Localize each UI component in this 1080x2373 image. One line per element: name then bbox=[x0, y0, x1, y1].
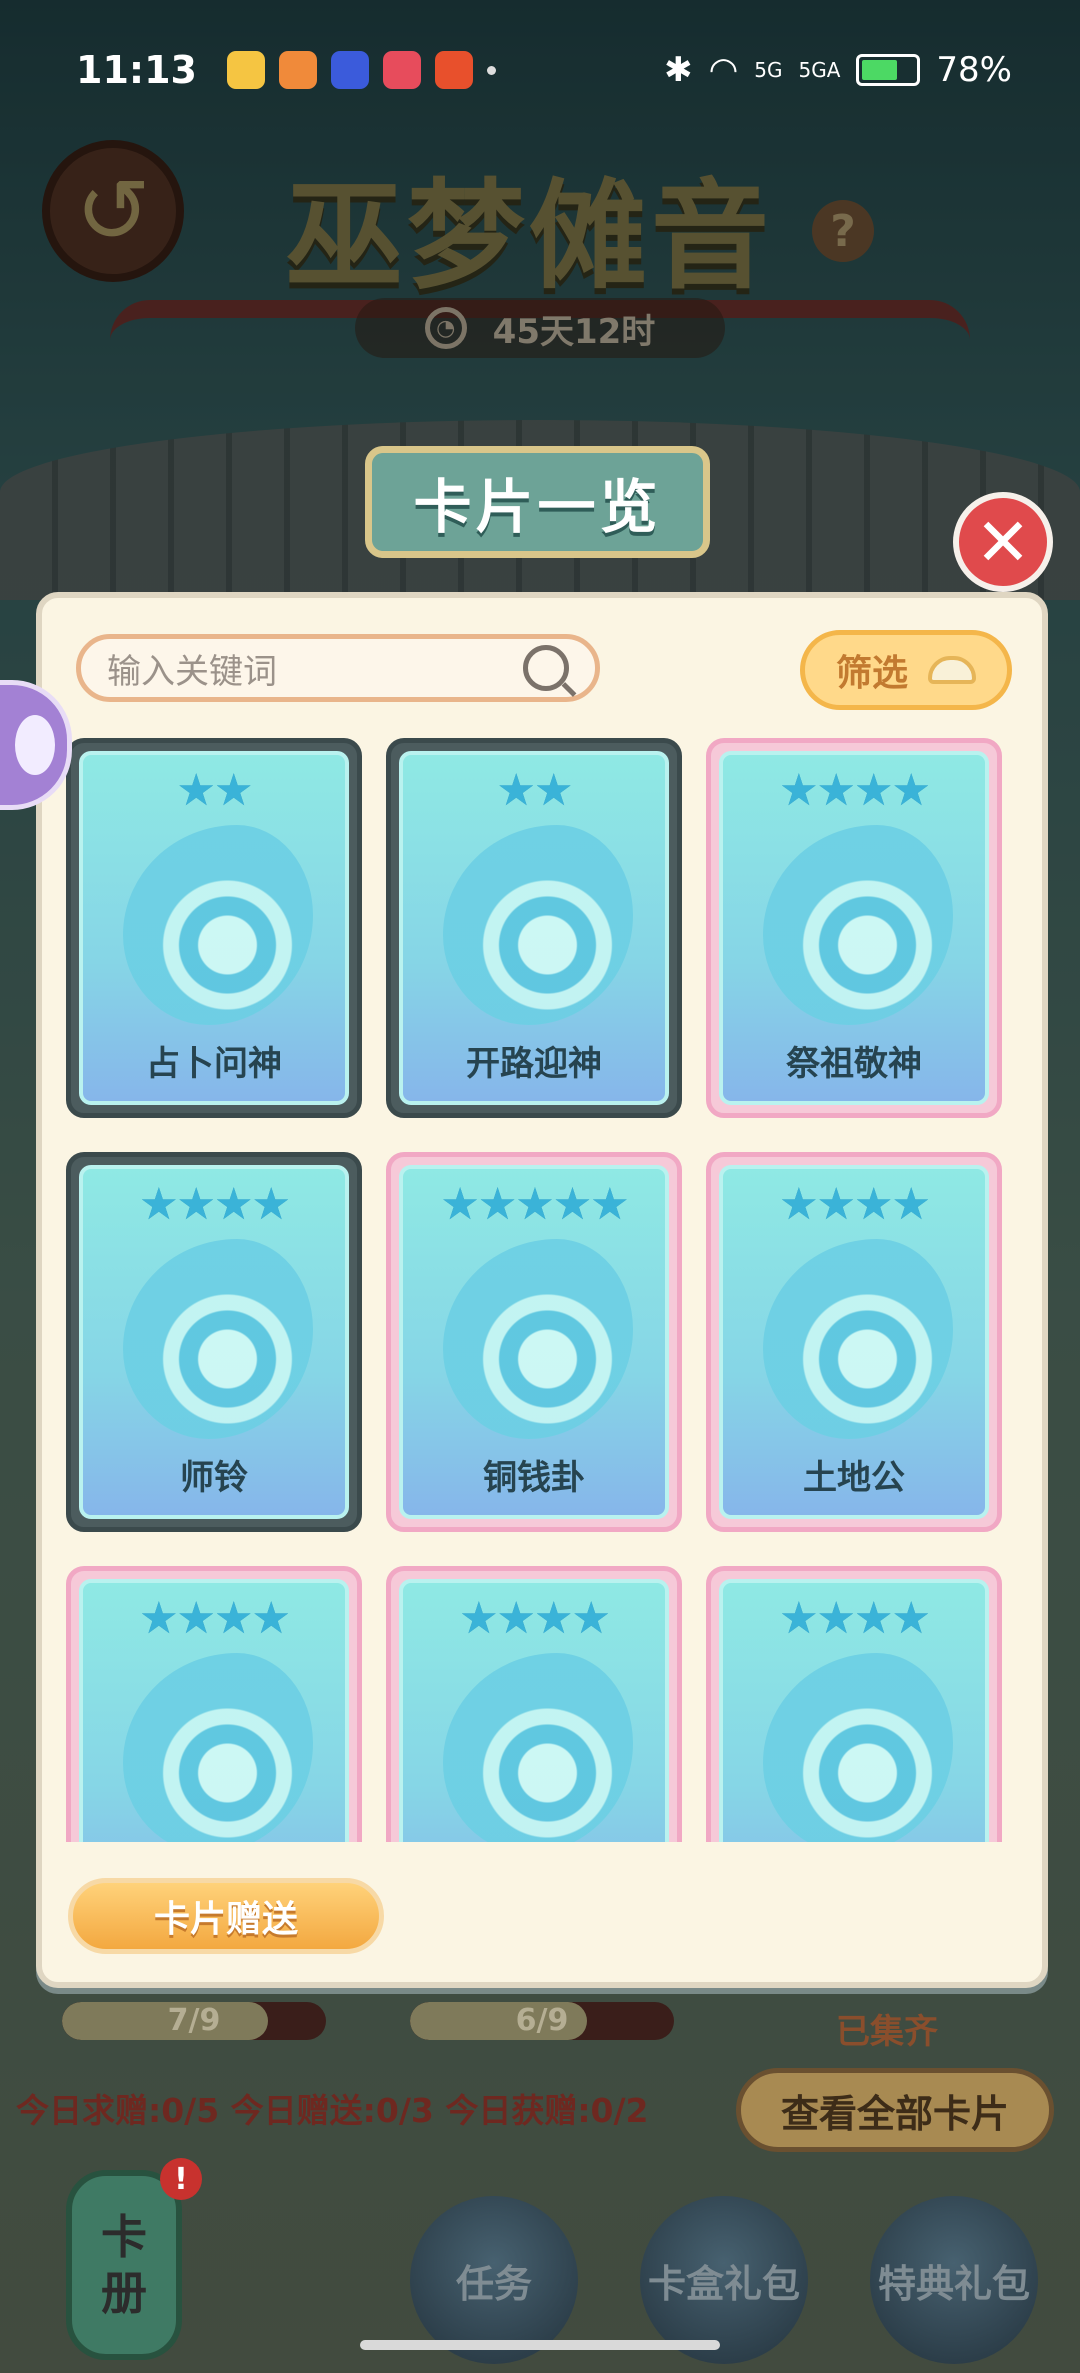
news-icon bbox=[278, 51, 317, 89]
card-name: 占卜问神 bbox=[146, 1044, 282, 1084]
card-face: ★★★★ bbox=[719, 1579, 989, 1842]
rarity-stars: ★★★★ bbox=[139, 1179, 291, 1230]
rarity-stars: ★★★★ bbox=[779, 1179, 931, 1230]
rarity-stars: ★★ bbox=[496, 765, 574, 816]
flame-icon bbox=[123, 825, 313, 1025]
signal-5g-icon: 5G bbox=[754, 58, 783, 82]
filter-label: 筛选 bbox=[835, 653, 908, 694]
notification-badge: ! bbox=[160, 2158, 202, 2200]
dialog-title: 卡片一览 bbox=[365, 446, 710, 558]
weibo-icon bbox=[226, 51, 265, 89]
wifi-icon: ◠ bbox=[708, 50, 739, 90]
tasks-button[interactable]: 任务 bbox=[410, 2196, 578, 2364]
lantern-label-2: 册 bbox=[101, 2266, 147, 2320]
lantern-label-1: 卡 bbox=[101, 2210, 147, 2264]
progress-label: 6/9 bbox=[515, 2003, 569, 2038]
rarity-stars: ★★★★★ bbox=[440, 1179, 629, 1230]
view-all-cards-button[interactable]: 查看全部卡片 bbox=[736, 2068, 1054, 2152]
flame-icon bbox=[763, 825, 953, 1025]
card-face: ★★★★ 师铃 bbox=[79, 1165, 349, 1519]
progress-bar-2: 6/9 bbox=[410, 2002, 674, 2040]
card-face: ★★★★ bbox=[399, 1579, 669, 1842]
card-list-dialog: 输入关键词 筛选 ★★ 占卜问神 ★★ 开路迎神 ★★★★ 祭祖敬神 ★★★★ 师铃 ★★★★★… bbox=[36, 592, 1048, 1988]
battery-icon bbox=[856, 54, 921, 86]
card-name: 祭祖敬神 bbox=[786, 1044, 922, 1084]
card-face: ★★★★ bbox=[79, 1579, 349, 1842]
rarity-stars: ★★ bbox=[176, 765, 254, 816]
shop-icon bbox=[434, 51, 473, 89]
collected-label: 已集齐 bbox=[836, 2012, 938, 2052]
search-placeholder: 输入关键词 bbox=[107, 651, 277, 692]
card-item[interactable]: ★★★★ bbox=[66, 1566, 362, 1842]
card-face: ★★ 开路迎神 bbox=[399, 751, 669, 1105]
card-name: 铜钱卦 bbox=[483, 1458, 585, 1498]
progress-bar-1: 7/9 bbox=[62, 2002, 326, 2040]
flame-icon bbox=[123, 1239, 313, 1439]
flame-icon bbox=[443, 825, 633, 1025]
rabbit-icon bbox=[15, 715, 55, 775]
special-gift-button[interactable]: 特典礼包 bbox=[870, 2196, 1038, 2364]
flame-icon bbox=[763, 1653, 953, 1842]
card-face: ★★★★ 土地公 bbox=[719, 1165, 989, 1519]
card-item[interactable]: ★★★★ bbox=[706, 1566, 1002, 1842]
card-face: ★★★★★ 铜钱卦 bbox=[399, 1165, 669, 1519]
card-name: 师铃 bbox=[180, 1458, 248, 1498]
system-indicators: ✱ ◠ 5G 5GA 78% bbox=[664, 50, 1012, 90]
card-face: ★★ 占卜问神 bbox=[79, 751, 349, 1105]
home-indicator[interactable] bbox=[360, 2340, 720, 2350]
progress-label: 7/9 bbox=[167, 2003, 221, 2038]
rarity-stars: ★★★★ bbox=[779, 1593, 931, 1644]
card-face: ★★★★ 祭祖敬神 bbox=[719, 751, 989, 1105]
flame-icon bbox=[763, 1239, 953, 1439]
rarity-stars: ★★★★ bbox=[139, 1593, 291, 1644]
card-item[interactable]: ★★★★★ 铜钱卦 bbox=[386, 1152, 682, 1532]
status-bar: 11:13 ✱ ◠ 5G 5GA 78% bbox=[0, 0, 1080, 140]
signal-5ga-icon: 5GA bbox=[798, 58, 841, 82]
app-icon bbox=[382, 51, 421, 89]
more-notifications-icon bbox=[486, 65, 496, 75]
notification-icons bbox=[226, 51, 473, 89]
search-input[interactable]: 输入关键词 bbox=[76, 634, 600, 702]
card-item[interactable]: ★★ 开路迎神 bbox=[386, 738, 682, 1118]
rarity-stars: ★★★★ bbox=[779, 765, 931, 816]
card-item[interactable]: ★★★★ 土地公 bbox=[706, 1152, 1002, 1532]
search-icon[interactable] bbox=[523, 645, 569, 691]
tieba-icon bbox=[330, 51, 369, 89]
filter-toggle-icon bbox=[928, 656, 976, 684]
clock: 11:13 bbox=[76, 48, 197, 92]
card-item[interactable]: ★★★★ 师铃 bbox=[66, 1152, 362, 1532]
gift-card-button[interactable]: 卡片赠送 bbox=[68, 1878, 384, 1954]
filter-button[interactable]: 筛选 bbox=[800, 630, 1012, 710]
flame-icon bbox=[123, 1653, 313, 1842]
card-box-gift-button[interactable]: 卡盒礼包 bbox=[640, 2196, 808, 2364]
close-button[interactable]: ✕ bbox=[953, 492, 1053, 592]
card-item[interactable]: ★★★★ bbox=[386, 1566, 682, 1842]
card-name: 土地公 bbox=[803, 1458, 905, 1498]
daily-quota: 今日求赠:0/5 今日赠送:0/3 今日获赠:0/2 bbox=[16, 2091, 649, 2130]
flame-icon bbox=[443, 1653, 633, 1842]
card-album-button[interactable]: 卡 册 bbox=[66, 2170, 182, 2360]
rarity-stars: ★★★★ bbox=[459, 1593, 611, 1644]
bluetooth-icon: ✱ bbox=[664, 50, 693, 90]
card-item[interactable]: ★★ 占卜问神 bbox=[66, 738, 362, 1118]
flame-icon bbox=[443, 1239, 633, 1439]
card-item[interactable]: ★★★★ 祭祖敬神 bbox=[706, 738, 1002, 1118]
battery-percent: 78% bbox=[936, 50, 1012, 90]
card-name: 开路迎神 bbox=[466, 1044, 602, 1084]
card-grid[interactable]: ★★ 占卜问神 ★★ 开路迎神 ★★★★ 祭祖敬神 ★★★★ 师铃 ★★★★★ 铜钱卦 ★★★★ 土地… bbox=[66, 738, 1016, 1842]
